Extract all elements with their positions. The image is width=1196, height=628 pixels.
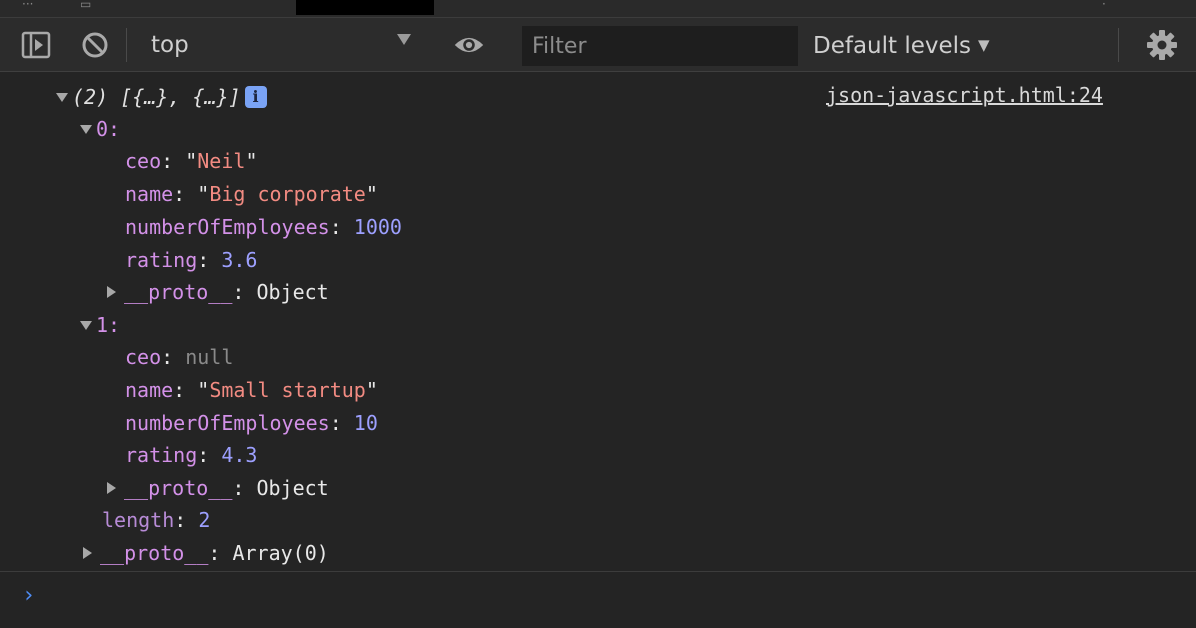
collapse-triangle-icon[interactable] <box>56 93 68 102</box>
property-value: Neil <box>197 149 246 173</box>
filter-input[interactable] <box>522 26 798 66</box>
property-value: Small startup <box>209 378 366 402</box>
array-item-row[interactable]: 1: <box>80 311 120 339</box>
property-value: 10 <box>353 411 378 435</box>
toolbar-separator <box>126 28 127 62</box>
collapse-triangle-icon[interactable] <box>80 125 92 134</box>
active-tab[interactable] <box>296 0 434 15</box>
length-key: length <box>102 508 175 532</box>
toolbar-separator <box>1118 28 1119 62</box>
proto-key: __proto__ <box>124 476 233 500</box>
length-row: length: 2 <box>102 508 211 532</box>
eye-icon[interactable] <box>453 29 485 61</box>
proto-key: __proto__ <box>124 280 233 304</box>
item-index: 1: <box>96 313 121 337</box>
array-proto-row[interactable]: __proto__: Array(0) <box>83 539 329 567</box>
dock-icon[interactable]: ▭ <box>80 0 91 10</box>
expand-triangle-icon[interactable] <box>83 547 92 559</box>
source-link[interactable]: json-javascript.html:24 <box>826 81 1103 109</box>
property-key: name <box>125 182 174 206</box>
info-icon[interactable]: i <box>244 86 267 108</box>
more-icon[interactable]: · <box>1102 0 1106 10</box>
console-output: (2) [{…}, {…}] i json-javascript.html:24 … <box>0 73 1196 628</box>
array-proto-value: Array(0) <box>232 541 329 565</box>
array-summary-row[interactable]: (2) [{…}, {…}] i <box>56 83 267 111</box>
property-row: rating: 4.3 <box>125 443 258 467</box>
property-value: 3.6 <box>221 248 258 272</box>
devtools-tab-strip: ··· ▭ · <box>0 0 1196 18</box>
array-summary: (2) [{…}, {…}] <box>72 85 241 109</box>
prompt-divider <box>0 571 1196 572</box>
array-proto-key: __proto__ <box>100 541 209 565</box>
property-row: numberOfEmployees: 10 <box>125 411 378 435</box>
proto-value: Object <box>256 476 329 500</box>
sidebar-toggle-icon[interactable] <box>20 29 52 61</box>
property-key: name <box>125 378 174 402</box>
property-key: ceo <box>125 149 162 173</box>
property-value: null <box>185 345 234 369</box>
log-levels-dropdown[interactable]: Default levels ▼ <box>813 30 990 61</box>
property-value: 1000 <box>353 215 402 239</box>
clear-console-icon[interactable] <box>79 29 111 61</box>
property-row: rating: 3.6 <box>125 248 258 272</box>
context-dropdown-arrow-icon[interactable] <box>397 34 411 45</box>
property-key: rating <box>125 443 198 467</box>
collapse-triangle-icon[interactable] <box>80 321 92 330</box>
property-value: Big corporate <box>209 182 366 206</box>
length-value: 2 <box>198 508 211 532</box>
log-levels-label: Default levels <box>813 33 972 59</box>
property-key: ceo <box>125 345 162 369</box>
context-selector-label[interactable]: top <box>151 30 189 60</box>
property-key: numberOfEmployees <box>125 215 330 239</box>
chevron-down-icon: ▼ <box>978 36 990 54</box>
expand-triangle-icon[interactable] <box>107 482 116 494</box>
property-row: ceo: "Neil" <box>125 149 258 173</box>
console-prompt-icon[interactable]: › <box>22 583 35 608</box>
property-row: numberOfEmployees: 1000 <box>125 215 402 239</box>
property-key: numberOfEmployees <box>125 411 330 435</box>
property-key: rating <box>125 248 198 272</box>
gear-icon[interactable] <box>1146 29 1178 61</box>
property-row: ceo: null <box>125 345 234 369</box>
property-row: name: "Big corporate" <box>125 182 378 206</box>
array-item-row[interactable]: 0: <box>80 115 120 143</box>
proto-row[interactable]: __proto__: Object <box>107 278 329 306</box>
property-value: 4.3 <box>221 443 258 467</box>
expand-triangle-icon[interactable] <box>107 286 116 298</box>
property-row: name: "Small startup" <box>125 378 378 402</box>
proto-row[interactable]: __proto__: Object <box>107 474 329 502</box>
dots-icon[interactable]: ··· <box>22 0 33 10</box>
console-toolbar: top Default levels ▼ <box>0 18 1196 72</box>
item-index: 0: <box>96 117 121 141</box>
proto-value: Object <box>256 280 329 304</box>
